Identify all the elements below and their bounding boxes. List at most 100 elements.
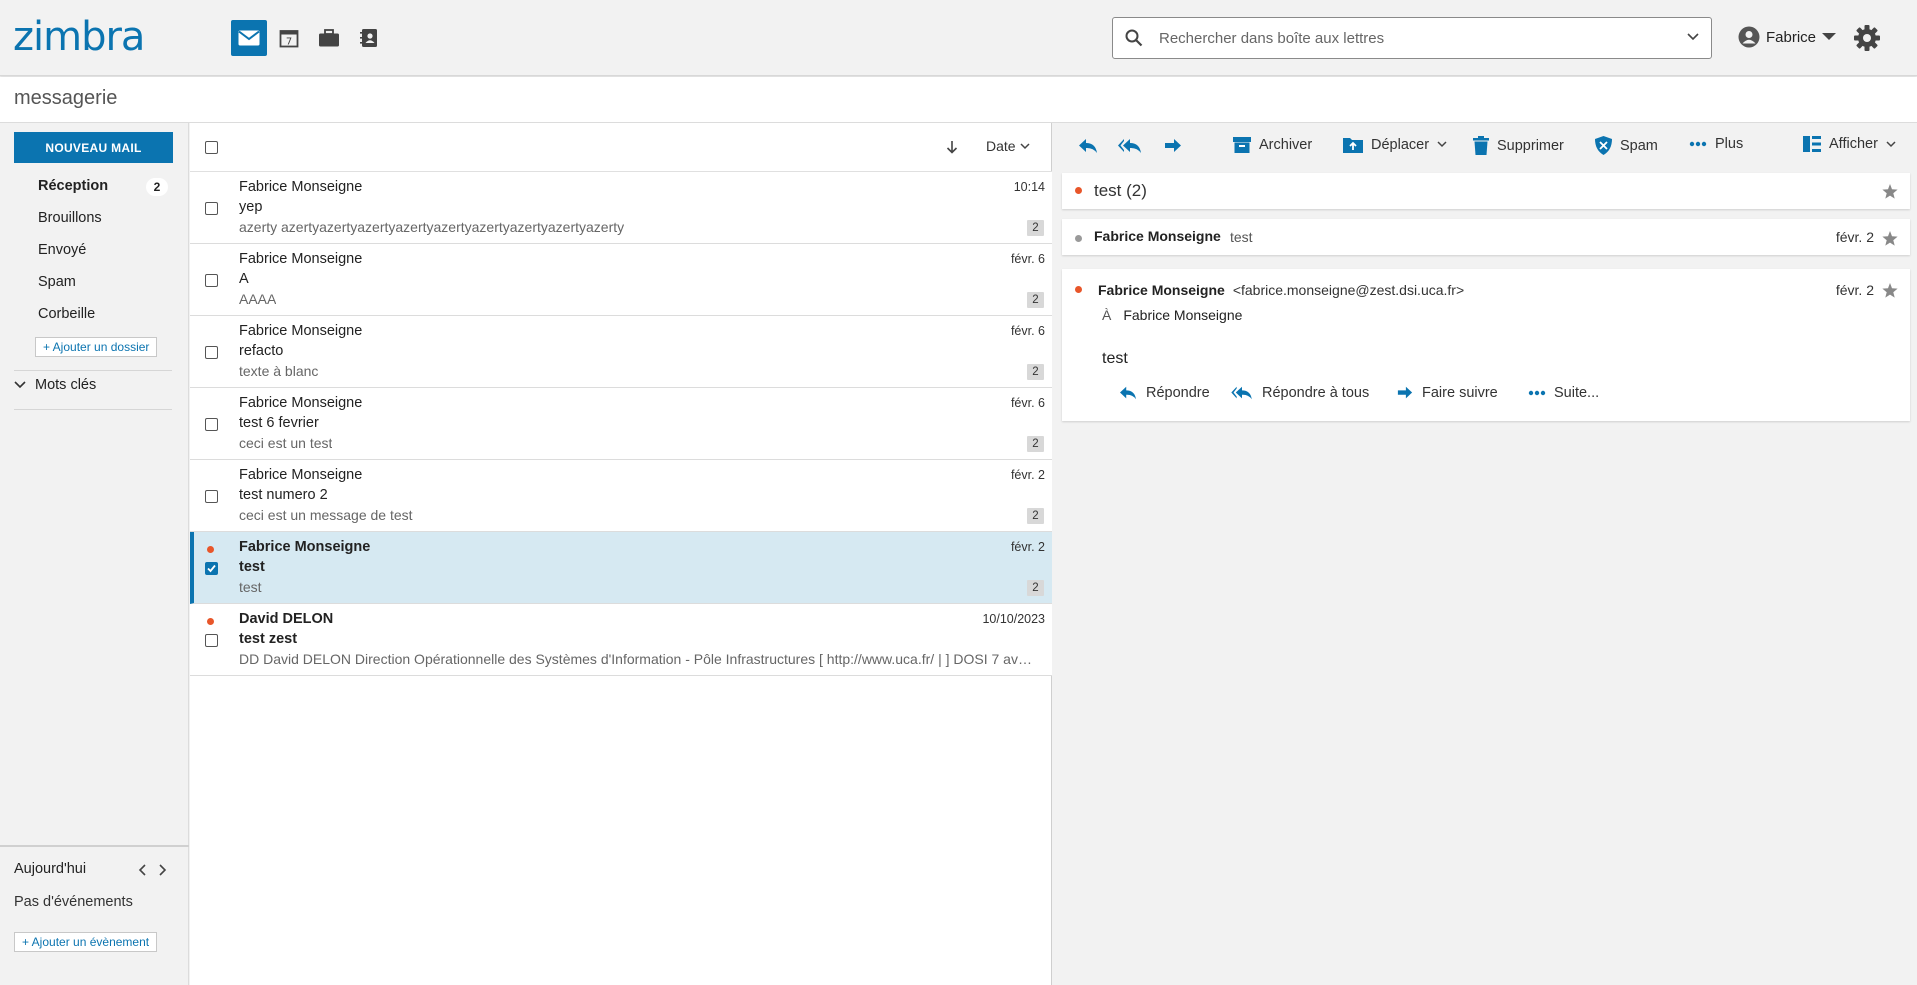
sender-email[interactable]: <fabrice.monseigne@zest.dsi.uca.fr> — [1233, 282, 1464, 298]
message-from: Fabrice Monseigne — [239, 539, 371, 555]
mail-app-icon[interactable] — [231, 20, 267, 56]
inbox-unread-badge: 2 — [146, 178, 168, 196]
reply-icon[interactable] — [1077, 137, 1099, 155]
more-dots-icon — [1528, 390, 1546, 396]
more-actions-button[interactable]: Suite... — [1528, 385, 1599, 401]
list-item[interactable]: Fabrice Monseigne test numero 2 ceci est… — [190, 460, 1052, 532]
message-subject: test zest — [239, 631, 298, 647]
reply-all-button[interactable]: Répondre à tous — [1230, 385, 1369, 401]
sidebar-item-spam[interactable]: Spam — [38, 274, 76, 290]
delete-button[interactable]: Supprimer — [1473, 136, 1564, 155]
select-all-checkbox[interactable] — [205, 141, 218, 154]
row-checkbox[interactable] — [205, 202, 218, 215]
row-checkbox[interactable] — [205, 346, 218, 359]
message-from: Fabrice Monseigne — [239, 251, 363, 267]
zimbra-logo[interactable]: zimbra — [13, 14, 145, 60]
sidebar-item-trash[interactable]: Corbeille — [38, 306, 95, 322]
star-icon[interactable] — [1882, 231, 1898, 246]
row-checkbox[interactable] — [205, 418, 218, 431]
star-icon[interactable] — [1882, 283, 1898, 298]
calendar-app-icon[interactable]: 7 — [271, 20, 307, 56]
row-checkbox[interactable] — [205, 490, 218, 503]
sidebar-item-sent[interactable]: Envoyé — [38, 242, 86, 258]
recipient-name[interactable]: Fabrice Monseigne — [1123, 307, 1242, 323]
forward-icon[interactable] — [1163, 137, 1183, 155]
message-from: Fabrice Monseigne — [239, 395, 363, 411]
more-label: Plus — [1715, 136, 1744, 152]
sidebar-item-inbox[interactable]: Réception — [38, 178, 108, 194]
reply-all-label: Répondre à tous — [1262, 385, 1370, 401]
list-item-selected[interactable]: Fabrice Monseigne test test févr. 2 2 — [190, 532, 1052, 604]
chevron-down-icon[interactable] — [1687, 33, 1699, 41]
reading-pane: Archiver Déplacer Supprimer Spam Plus Af… — [1053, 123, 1917, 985]
conversation-count-badge: 2 — [1027, 220, 1044, 236]
add-event-button[interactable]: + Ajouter un évènement — [14, 932, 158, 952]
arrow-down-icon[interactable] — [946, 140, 958, 154]
user-menu[interactable]: Fabrice — [1738, 26, 1837, 48]
forward-button[interactable]: Faire suivre — [1396, 385, 1498, 401]
to-label: À — [1102, 307, 1112, 323]
layout-icon — [1803, 136, 1821, 152]
conversation-subject: test (2) — [1094, 181, 1147, 200]
list-item[interactable]: Fabrice Monseigne refacto texte à blanc … — [190, 316, 1052, 388]
unread-dot — [1075, 187, 1082, 194]
search-box[interactable] — [1112, 17, 1712, 59]
conversation-count-badge: 2 — [1027, 580, 1044, 596]
list-item[interactable]: Fabrice Monseigne yep azerty azertyazert… — [190, 172, 1052, 244]
archive-icon — [1233, 136, 1251, 154]
add-folder-button[interactable]: + Ajouter un dossier — [35, 337, 158, 357]
list-item[interactable]: Fabrice Monseigne test 6 fevrier ceci es… — [190, 388, 1052, 460]
tags-toggle[interactable]: Mots clés — [14, 377, 96, 393]
more-button[interactable]: Plus — [1689, 136, 1743, 152]
collapsed-message-card[interactable]: Fabrice Monseigne test févr. 2 — [1062, 219, 1910, 255]
message-from: Fabrice Monseigne — [1094, 228, 1221, 244]
list-item[interactable]: Fabrice Monseigne A AAAA févr. 6 2 — [190, 244, 1052, 316]
unread-dot — [207, 618, 214, 625]
unread-dot — [1075, 286, 1082, 293]
star-icon[interactable] — [1882, 184, 1898, 199]
briefcase-app-icon[interactable] — [311, 20, 347, 56]
message-subject: test 6 fevrier — [239, 415, 319, 431]
message-list-header: Date — [190, 123, 1052, 172]
svg-text:7: 7 — [286, 37, 292, 48]
message-list: Date Fabrice Monseigne yep azerty azerty… — [190, 123, 1052, 985]
new-mail-button[interactable]: NOUVEAU MAIL — [14, 132, 173, 163]
reply-all-icon[interactable] — [1117, 137, 1143, 155]
move-button[interactable]: Déplacer — [1343, 136, 1447, 153]
list-item[interactable]: David DELON test zest DD David DELON Dir… — [190, 604, 1052, 676]
message-from: Fabrice Monseigne — [239, 467, 363, 483]
tags-label: Mots clés — [35, 377, 97, 393]
gear-icon[interactable] — [1853, 24, 1881, 52]
forward-icon — [1396, 385, 1414, 401]
sidebar-item-drafts[interactable]: Brouillons — [38, 210, 102, 226]
chevron-down-icon — [1437, 141, 1447, 148]
row-checkbox[interactable] — [205, 634, 218, 647]
row-checkbox[interactable] — [205, 274, 218, 287]
message-preview: azerty azertyazertyazertyazertyazertyaze… — [239, 219, 625, 235]
today-label[interactable]: Aujourd'hui — [14, 861, 86, 877]
contacts-app-icon[interactable] — [351, 20, 387, 56]
sender-name[interactable]: Fabrice Monseigne — [1098, 282, 1225, 298]
chevron-right-icon[interactable] — [159, 864, 167, 876]
view-button[interactable]: Afficher — [1803, 136, 1896, 152]
archive-button[interactable]: Archiver — [1233, 136, 1312, 154]
chevron-left-icon[interactable] — [138, 864, 146, 876]
sort-label: Date — [986, 138, 1016, 154]
sort-by-date-dropdown[interactable]: Date — [986, 138, 1030, 154]
row-checkbox[interactable] — [205, 562, 218, 575]
search-icon — [1125, 29, 1143, 47]
conversation-subject-card: test (2) — [1062, 173, 1910, 209]
caret-down-icon — [1822, 33, 1837, 41]
message-preview: test — [239, 579, 262, 595]
conversation-count-badge: 2 — [1027, 508, 1044, 524]
more-dots-icon — [1689, 141, 1707, 147]
spam-button[interactable]: Spam — [1595, 136, 1658, 155]
message-actions: Répondre Répondre à tous Faire suivre Su… — [1062, 385, 1910, 409]
message-date: févr. 2 — [1010, 468, 1045, 482]
chevron-down-icon — [1020, 142, 1030, 150]
view-label: Afficher — [1829, 136, 1878, 152]
move-label: Déplacer — [1371, 136, 1430, 153]
search-input[interactable] — [1159, 26, 1659, 50]
reply-button[interactable]: Répondre — [1118, 385, 1210, 401]
message-preview: texte à blanc — [239, 363, 319, 379]
